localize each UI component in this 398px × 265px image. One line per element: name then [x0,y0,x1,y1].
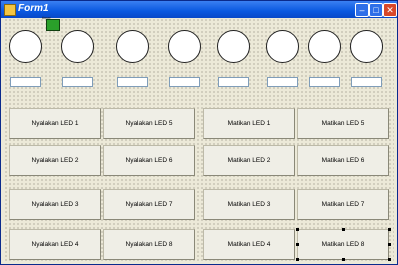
text-box-1[interactable] [10,77,41,87]
text-box-8[interactable] [351,77,382,87]
matikan-led-4-button[interactable]: Matikan LED 4 [203,229,295,260]
led-7-shape[interactable] [308,30,341,63]
form-icon [4,4,16,16]
form-window: Form1 – □ ✕ timer Nyalakan LED 1 Nyalaka… [0,0,398,265]
selection-handle[interactable] [388,258,391,261]
text-box-6[interactable] [267,77,298,87]
led-2-shape[interactable] [61,30,94,63]
nyalakan-led-3-button[interactable]: Nyalakan LED 3 [9,189,101,220]
minimize-button[interactable]: – [355,3,369,17]
matikan-led-8-button[interactable]: Matikan LED 8 [297,229,389,260]
selection-handle[interactable] [388,228,391,231]
led-1-shape[interactable] [9,30,42,63]
text-box-7[interactable] [309,77,340,87]
text-box-5[interactable] [218,77,249,87]
selection-handle[interactable] [342,258,345,261]
matikan-led-1-button[interactable]: Matikan LED 1 [203,108,295,139]
nyalakan-led-6-button[interactable]: Nyalakan LED 6 [103,145,195,176]
window-title: Form1 [18,3,49,14]
text-box-4[interactable] [169,77,200,87]
matikan-led-5-button[interactable]: Matikan LED 5 [297,108,389,139]
nyalakan-led-4-button[interactable]: Nyalakan LED 4 [9,229,101,260]
selection-handle[interactable] [296,258,299,261]
led-8-shape[interactable] [350,30,383,63]
selection-handle[interactable] [342,228,345,231]
matikan-led-7-button[interactable]: Matikan LED 7 [297,189,389,220]
nyalakan-led-2-button[interactable]: Nyalakan LED 2 [9,145,101,176]
nyalakan-led-5-button[interactable]: Nyalakan LED 5 [103,108,195,139]
matikan-led-6-button[interactable]: Matikan LED 6 [297,145,389,176]
title-bar[interactable]: Form1 – □ ✕ [1,1,397,18]
selection-handle[interactable] [388,243,391,246]
nyalakan-led-7-button[interactable]: Nyalakan LED 7 [103,189,195,220]
selection-handle[interactable] [296,243,299,246]
led-5-shape[interactable] [217,30,250,63]
maximize-button[interactable]: □ [369,3,383,17]
nyalakan-led-1-button[interactable]: Nyalakan LED 1 [9,108,101,139]
matikan-led-3-button[interactable]: Matikan LED 3 [203,189,295,220]
selection-handle[interactable] [296,228,299,231]
close-button[interactable]: ✕ [383,3,397,17]
led-3-shape[interactable] [116,30,149,63]
text-box-2[interactable] [62,77,93,87]
led-6-shape[interactable] [266,30,299,63]
text-box-3[interactable] [117,77,148,87]
led-4-shape[interactable] [168,30,201,63]
form-client-area: timer Nyalakan LED 1 Nyalakan LED 2 Nyal… [4,15,394,262]
nyalakan-led-8-button[interactable]: Nyalakan LED 8 [103,229,195,260]
timer-icon[interactable] [46,19,60,31]
matikan-led-2-button[interactable]: Matikan LED 2 [203,145,295,176]
